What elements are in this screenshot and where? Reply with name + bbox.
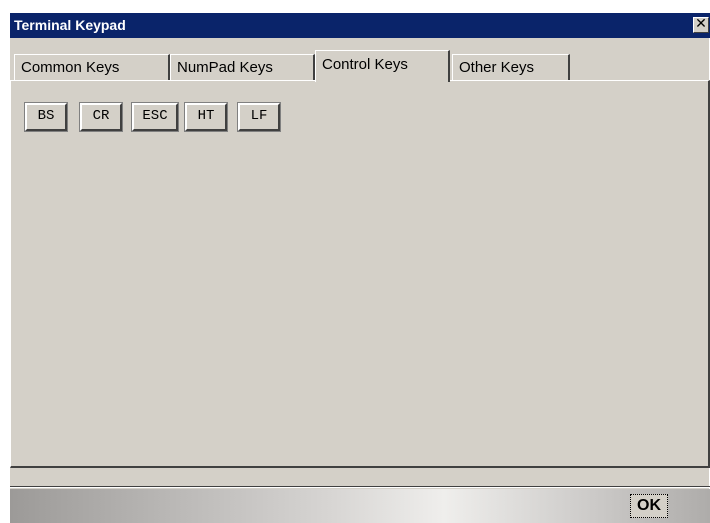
tab-label: Control Keys [322, 56, 408, 73]
tab-label: Common Keys [21, 59, 120, 76]
key-lf-button[interactable]: LF [237, 102, 281, 132]
tab-control-keys[interactable]: Control Keys [315, 50, 450, 82]
key-cr-button[interactable]: CR [79, 102, 123, 132]
key-ht-button[interactable]: HT [184, 102, 228, 132]
tab-label: Other Keys [459, 59, 535, 76]
window-title: Terminal Keypad [14, 17, 126, 33]
title-bar[interactable]: Terminal Keypad ✕ [10, 13, 710, 38]
key-bs-button[interactable]: BS [24, 102, 68, 132]
tab-numpad-keys[interactable]: NumPad Keys [170, 54, 315, 81]
footer-divider [10, 486, 710, 488]
ok-button[interactable]: OK [630, 494, 668, 518]
tab-other-keys[interactable]: Other Keys [452, 54, 570, 81]
control-keys-panel: BS CR ESC HT LF [10, 80, 710, 468]
tab-common-keys[interactable]: Common Keys [14, 54, 170, 81]
terminal-keypad-dialog: Terminal Keypad ✕ Common Keys NumPad Key… [9, 12, 710, 523]
close-icon: ✕ [695, 16, 707, 32]
close-button[interactable]: ✕ [693, 17, 709, 33]
tab-strip: Common Keys NumPad Keys Control Keys Oth… [10, 50, 710, 82]
tab-label: NumPad Keys [177, 59, 273, 76]
key-esc-button[interactable]: ESC [131, 102, 179, 132]
button-bar: OK [10, 489, 710, 523]
